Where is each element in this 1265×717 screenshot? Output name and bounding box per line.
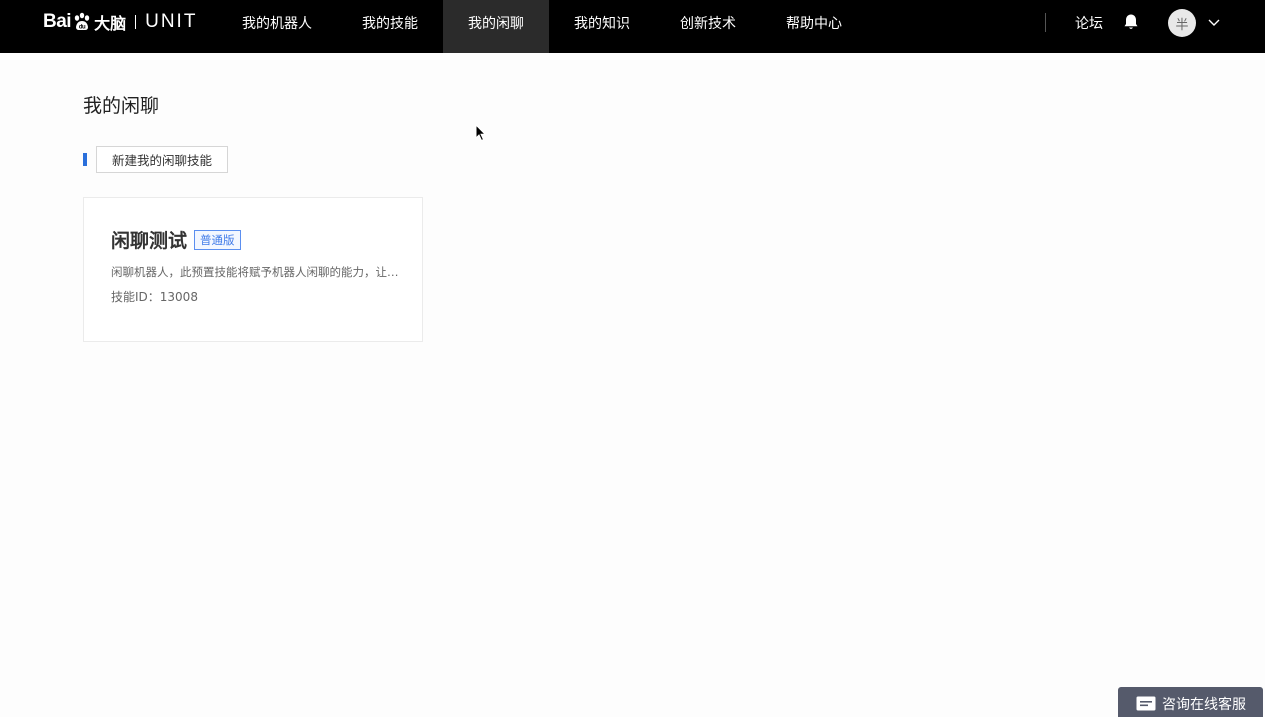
skill-card-description: 闲聊机器人，此预置技能将赋予机器人闲聊的能力，让机器人能够更好地与用户进行闲聊	[111, 265, 401, 279]
skill-card-header: 闲聊测试 普通版	[111, 226, 241, 253]
skill-card-title: 闲聊测试	[111, 230, 188, 252]
edition-badge: 普通版	[194, 229, 241, 250]
create-skill-row: 新建我的闲聊技能	[83, 146, 229, 173]
nav-my-knowledge[interactable]: 我的知识	[549, 0, 655, 53]
logo-divider	[135, 15, 137, 29]
bell-icon[interactable]	[1123, 13, 1139, 31]
baidu-unit-logo[interactable]: Bai du u 大脑 UNIT	[43, 6, 197, 38]
top-nav-bar: Bai du u 大脑 UNIT 我的机器人 我的技能 我的闲聊 我的知识 创新…	[0, 0, 1265, 53]
nav-my-robots[interactable]: 我的机器人	[217, 0, 337, 53]
create-chitchat-skill-button[interactable]: 新建我的闲聊技能	[96, 146, 229, 173]
nav-my-chitchat[interactable]: 我的闲聊	[443, 0, 549, 53]
mouse-cursor-icon	[475, 124, 487, 142]
skill-card-id: 技能ID：13008	[111, 290, 198, 304]
page-title: 我的闲聊	[83, 95, 160, 117]
forum-link[interactable]: 论坛	[1075, 13, 1103, 33]
baidu-paw-icon: du	[74, 12, 90, 31]
online-support-label: 咨询在线客服	[1162, 697, 1246, 713]
chevron-down-icon[interactable]	[1207, 15, 1221, 29]
nav-innovation[interactable]: 创新技术	[655, 0, 761, 53]
baidu-wordmark: Bai du u	[43, 11, 93, 33]
online-support-button[interactable]: 咨询在线客服	[1118, 687, 1263, 717]
toolbar-divider	[1045, 13, 1046, 32]
product-name: UNIT	[145, 11, 198, 32]
nav-help-center[interactable]: 帮助中心	[761, 0, 867, 53]
svg-text:du: du	[79, 25, 86, 31]
skill-card[interactable]: 闲聊测试 普通版 闲聊机器人，此预置技能将赋予机器人闲聊的能力，让机器人能够更好…	[83, 197, 423, 342]
accent-bar	[83, 153, 87, 166]
nav-my-skills[interactable]: 我的技能	[337, 0, 443, 53]
main-nav: 我的机器人 我的技能 我的闲聊 我的知识 创新技术 帮助中心	[217, 0, 867, 53]
baidu-prefix: Bai	[43, 11, 72, 32]
product-cn-name: 大脑	[94, 14, 127, 33]
avatar[interactable]: 半	[1168, 9, 1196, 37]
